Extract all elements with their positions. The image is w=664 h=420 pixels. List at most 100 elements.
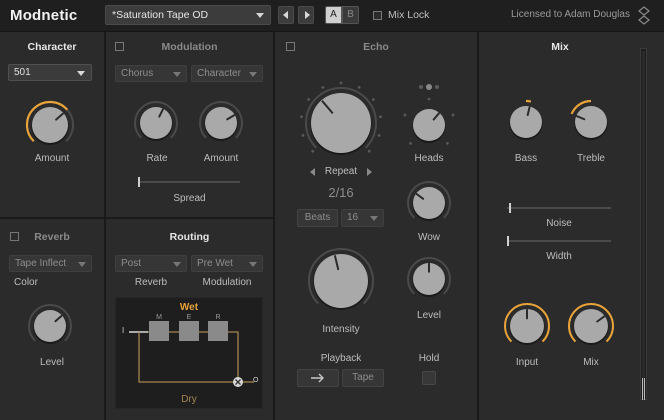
knob-tick [301, 133, 305, 137]
modulation-target-value: Character [197, 68, 241, 79]
knob-tick [311, 149, 315, 153]
repeat-increment-icon[interactable] [367, 168, 372, 176]
knob-tick [377, 133, 381, 137]
reverb-type-value: Tape Inflect [15, 258, 67, 269]
routing-slot-reverb[interactable] [208, 321, 228, 341]
arrow-right-icon [305, 11, 310, 19]
repeat-decrement-icon[interactable] [310, 168, 315, 176]
ab-b-button[interactable]: B [342, 6, 359, 24]
echo-playback-label: Playback [320, 353, 362, 364]
echo-hold-button[interactable] [422, 371, 436, 385]
routing-modulation-label: Modulation [202, 277, 252, 288]
knob-tick [451, 113, 455, 117]
output-meter [640, 48, 647, 400]
echo-repeat-value: 2/16 [328, 185, 354, 200]
modulation-amount-knob[interactable] [195, 97, 247, 149]
routing-reverb-position-dropdown[interactable]: Post [115, 255, 187, 272]
header-bar: Modnetic *Saturation Tape OD A B Mix Loc… [0, 0, 664, 32]
reverb-title: Reverb [34, 231, 70, 243]
knob-tick [371, 98, 375, 101]
modulation-target-dropdown[interactable]: Character [191, 65, 263, 82]
knob-face [314, 254, 368, 308]
reverb-level-knob[interactable] [24, 300, 76, 352]
mix-input-knob[interactable] [500, 299, 554, 353]
knob-face [205, 107, 237, 139]
arrow-right-icon [311, 373, 324, 383]
chevron-down-icon [78, 262, 86, 267]
mix-width-slider[interactable] [505, 234, 613, 248]
knob-tick [357, 85, 361, 89]
mix-width-label: Width [546, 251, 572, 262]
heads-indicator-icon [419, 84, 439, 90]
mix-noise-slider[interactable] [505, 201, 613, 215]
routing-wet-label: Wet [179, 302, 199, 313]
character-amount-knob[interactable] [22, 97, 78, 153]
echo-heads-knob[interactable] [402, 98, 456, 152]
echo-repeat-knob[interactable] [296, 78, 386, 168]
knob-tick [307, 98, 311, 101]
knob-tick [445, 141, 449, 145]
echo-wow-knob[interactable] [402, 176, 456, 230]
divider [273, 32, 275, 420]
playback-direction-button[interactable] [297, 369, 339, 387]
knob-face [575, 106, 607, 138]
mix-treble-label: Treble [577, 153, 605, 164]
mix-title: Mix [551, 41, 569, 53]
knob-face [413, 109, 445, 141]
output-meter-handle[interactable] [642, 378, 645, 400]
echo-division-value: 16 [347, 212, 359, 223]
slider-handle[interactable] [138, 177, 140, 187]
previous-preset-button[interactable] [278, 6, 294, 24]
mix-bass-label: Bass [514, 153, 538, 164]
modulation-spread-slider[interactable] [136, 175, 242, 189]
mix-treble-knob[interactable] [565, 96, 617, 148]
next-preset-button[interactable] [298, 6, 314, 24]
slider-handle[interactable] [509, 203, 512, 213]
echo-division-dropdown[interactable]: 16 [341, 209, 384, 227]
knob-face [140, 107, 172, 139]
routing-reverb-label: Reverb [134, 277, 168, 288]
modulation-amount-label: Amount [203, 153, 239, 164]
chevron-down-icon [77, 71, 85, 76]
mix-mix-knob[interactable] [564, 299, 618, 353]
playback-mode-button[interactable]: Tape [342, 369, 384, 387]
reverb-color-label: Color [14, 277, 38, 288]
mix-noise-label: Noise [546, 218, 572, 229]
character-model-dropdown[interactable]: 501 [8, 64, 92, 81]
knob-tick [427, 98, 431, 101]
knob-tick [321, 85, 325, 89]
knob-tick [403, 113, 407, 117]
modulation-title: Modulation [161, 41, 218, 53]
modulation-rate-knob[interactable] [130, 97, 182, 149]
knob-tick [367, 149, 371, 153]
preset-dropdown[interactable]: *Saturation Tape OD [105, 5, 271, 25]
routing-in-label: I [122, 326, 125, 335]
reverb-type-dropdown[interactable]: Tape Inflect [9, 255, 92, 272]
license-text: Licensed to Adam Douglas [511, 9, 630, 20]
routing-slot-echo[interactable] [179, 321, 199, 341]
routing-modulation-position-dropdown[interactable]: Pre Wet [191, 255, 263, 272]
echo-wow-label: Wow [417, 232, 441, 243]
mix-bass-knob[interactable] [500, 96, 552, 148]
modulation-type-value: Chorus [121, 68, 154, 79]
echo-title: Echo [363, 41, 389, 53]
ab-a-button[interactable]: A [325, 6, 342, 24]
echo-hold-label: Hold [418, 353, 440, 364]
echo-sync-mode-button[interactable]: Beats [297, 209, 338, 227]
routing-title: Routing [169, 231, 210, 243]
routing-slot-modulation[interactable] [149, 321, 169, 341]
modulation-spread-label: Spread [173, 193, 206, 204]
echo-intensity-knob[interactable] [296, 236, 386, 326]
knob-face [34, 310, 66, 342]
modulation-type-dropdown[interactable]: Chorus [115, 65, 187, 82]
knob-value-arc [525, 99, 532, 103]
echo-level-knob[interactable] [402, 252, 456, 306]
chevron-down-icon [173, 72, 181, 77]
mix-lock-checkbox[interactable] [373, 11, 382, 20]
character-title: Character [27, 41, 77, 53]
slider-handle[interactable] [507, 236, 509, 246]
chevron-down-icon [256, 13, 264, 18]
routing-diagram: Wet M E R I O Dry [115, 297, 263, 409]
chevron-down-icon [249, 72, 257, 77]
knob-tick [409, 141, 413, 145]
